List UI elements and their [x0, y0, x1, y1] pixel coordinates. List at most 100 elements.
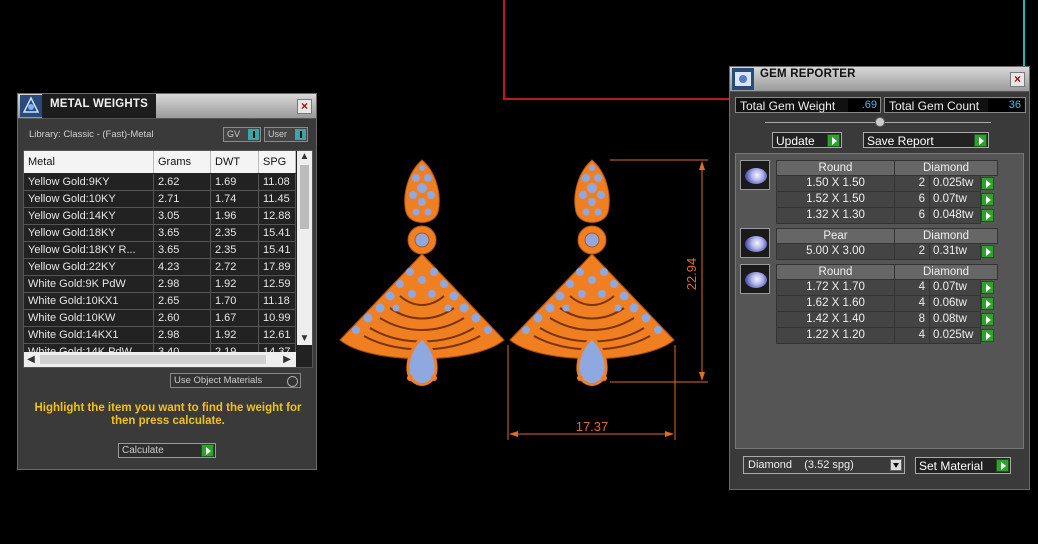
set-material-button[interactable]: Set Material [915, 457, 1011, 474]
gv-toggle[interactable]: GV [223, 127, 261, 142]
grams-cell: 2.60 [154, 310, 211, 326]
update-label: Update [776, 134, 815, 148]
spg-cell: 11.45 [259, 191, 296, 207]
total-gem-weight-label: Total Gem Weight [740, 99, 836, 113]
gem-size-cell: 1.52 X 1.50 [776, 192, 895, 208]
dwt-cell: 1.74 [211, 191, 259, 207]
gem-reporter-titlebar[interactable]: GEM REPORTER × [730, 67, 1029, 92]
dwt-cell: 2.72 [211, 259, 259, 275]
gem-count-cell: 4 [894, 280, 930, 296]
gem-weight-cell: 0.048tw [929, 208, 981, 224]
gem-slider[interactable] [765, 117, 991, 127]
table-row[interactable]: White Gold:10KX1 2.65 1.70 11.18 [24, 293, 296, 310]
gem-icon [745, 168, 767, 184]
horizontal-scrollbar[interactable]: ◀ ▶ [24, 352, 296, 367]
column-header-metal[interactable]: Metal [24, 151, 154, 173]
spg-cell: 12.61 [259, 327, 296, 343]
chevron-down-icon[interactable] [890, 459, 902, 471]
gem-shape-icon[interactable] [740, 264, 770, 294]
go-arrow-icon[interactable] [201, 444, 214, 457]
grams-cell: 2.65 [154, 293, 211, 309]
metal-name-cell: Yellow Gold:18KY [24, 225, 154, 241]
go-arrow-icon[interactable] [981, 209, 994, 222]
go-arrow-icon[interactable] [981, 329, 994, 342]
scroll-down-icon[interactable]: ▼ [297, 333, 312, 345]
user-toggle[interactable]: User [264, 127, 308, 142]
close-icon[interactable]: × [1010, 72, 1025, 87]
save-report-button[interactable]: Save Report [863, 132, 989, 148]
calculate-label: Calculate [122, 445, 164, 456]
viewport-border-top [503, 98, 729, 100]
go-arrow-icon[interactable] [974, 134, 987, 147]
scale-icon [20, 95, 42, 117]
gem-report-icon [732, 68, 754, 90]
gem-size-cell: 1.62 X 1.60 [776, 296, 895, 312]
gem-type-label: Diamond [894, 264, 998, 280]
spg-cell: 11.08 [259, 174, 296, 190]
go-arrow-icon[interactable] [981, 297, 994, 310]
slider-knob[interactable] [875, 117, 885, 127]
metal-name-cell: White Gold:10KX1 [24, 293, 154, 309]
scroll-right-icon[interactable]: ▶ [280, 352, 294, 367]
dwt-cell: 1.67 [211, 310, 259, 326]
column-header-grams[interactable]: Grams [154, 151, 211, 173]
go-arrow-icon[interactable] [981, 193, 994, 206]
metal-name-cell: Yellow Gold:10KY [24, 191, 154, 207]
table-row[interactable]: Yellow Gold:18KY R... 3.65 2.35 15.41 [24, 242, 296, 259]
gem-shape-icon[interactable] [740, 228, 770, 258]
total-gem-count-label: Total Gem Count [889, 99, 980, 113]
go-arrow-icon[interactable] [981, 281, 994, 294]
gem-weight-cell: 0.025tw [929, 176, 981, 192]
go-arrow-icon[interactable] [981, 177, 994, 190]
gem-size-cell: 1.32 X 1.30 [776, 208, 895, 224]
radio-icon[interactable] [287, 376, 298, 387]
dwt-cell: 1.96 [211, 208, 259, 224]
gem-count-cell: 2 [894, 176, 930, 192]
scroll-left-icon[interactable]: ◀ [24, 352, 38, 367]
gem-count-cell: 4 [894, 328, 930, 344]
table-row[interactable]: White Gold:10KW 2.60 1.67 10.99 [24, 310, 296, 327]
go-arrow-icon[interactable] [827, 134, 840, 147]
use-object-materials-option[interactable]: Use Object Materials [170, 373, 301, 388]
gem-type-label: Diamond [894, 228, 998, 244]
dwt-cell: 2.35 [211, 225, 259, 241]
column-header-dwt[interactable]: DWT [211, 151, 259, 173]
column-header-spg[interactable]: SPG [259, 151, 296, 173]
metal-weights-titlebar[interactable]: METAL WEIGHTS × [18, 94, 316, 119]
total-gem-count-value: 36 [988, 99, 1024, 112]
table-row[interactable]: White Gold:14KX1 2.98 1.92 12.61 [24, 327, 296, 344]
spg-cell: 17.89 [259, 259, 296, 275]
scroll-thumb[interactable] [40, 355, 266, 364]
spg-cell: 15.41 [259, 242, 296, 258]
scroll-up-icon[interactable]: ▲ [297, 151, 312, 163]
table-row[interactable]: Yellow Gold:18KY 3.65 2.35 15.41 [24, 225, 296, 242]
gem-icon [745, 272, 767, 288]
table-row[interactable]: White Gold:9K PdW 2.98 1.92 12.59 [24, 276, 296, 293]
update-button[interactable]: Update [772, 132, 842, 148]
user-toggle-label: User [268, 129, 288, 139]
gem-weight-cell: 0.06tw [929, 296, 981, 312]
calculate-button[interactable]: Calculate [118, 443, 216, 458]
grams-cell: 3.65 [154, 225, 211, 241]
dwt-cell: 1.69 [211, 174, 259, 190]
gem-weight-cell: 0.025tw [929, 328, 981, 344]
metal-name-cell: White Gold:9K PdW [24, 276, 154, 292]
vertical-scrollbar[interactable]: ▲ ▼ [297, 151, 312, 345]
total-gem-count-field: Total Gem Count 36 [884, 97, 1026, 113]
material-select[interactable]: Diamond (3.52 spg) [743, 456, 905, 474]
go-arrow-icon[interactable] [996, 459, 1009, 472]
set-material-label: Set Material [919, 459, 984, 473]
metal-table-body: Yellow Gold:9KY 2.62 1.69 11.08 Yellow Gold:… [24, 174, 296, 361]
table-row[interactable]: Yellow Gold:22KY 4.23 2.72 17.89 [24, 259, 296, 276]
gem-shape-icon[interactable] [740, 160, 770, 190]
spg-cell: 12.88 [259, 208, 296, 224]
go-arrow-icon[interactable] [981, 313, 994, 326]
height-dimension: 22.94 [684, 258, 699, 291]
table-row[interactable]: Yellow Gold:9KY 2.62 1.69 11.08 [24, 174, 296, 191]
scroll-thumb[interactable] [300, 165, 309, 229]
table-row[interactable]: Yellow Gold:14KY 3.05 1.96 12.88 [24, 208, 296, 225]
table-row[interactable]: Yellow Gold:10KY 2.71 1.74 11.45 [24, 191, 296, 208]
close-icon[interactable]: × [297, 99, 312, 114]
gem-size-cell: 1.22 X 1.20 [776, 328, 895, 344]
go-arrow-icon[interactable] [981, 245, 994, 258]
